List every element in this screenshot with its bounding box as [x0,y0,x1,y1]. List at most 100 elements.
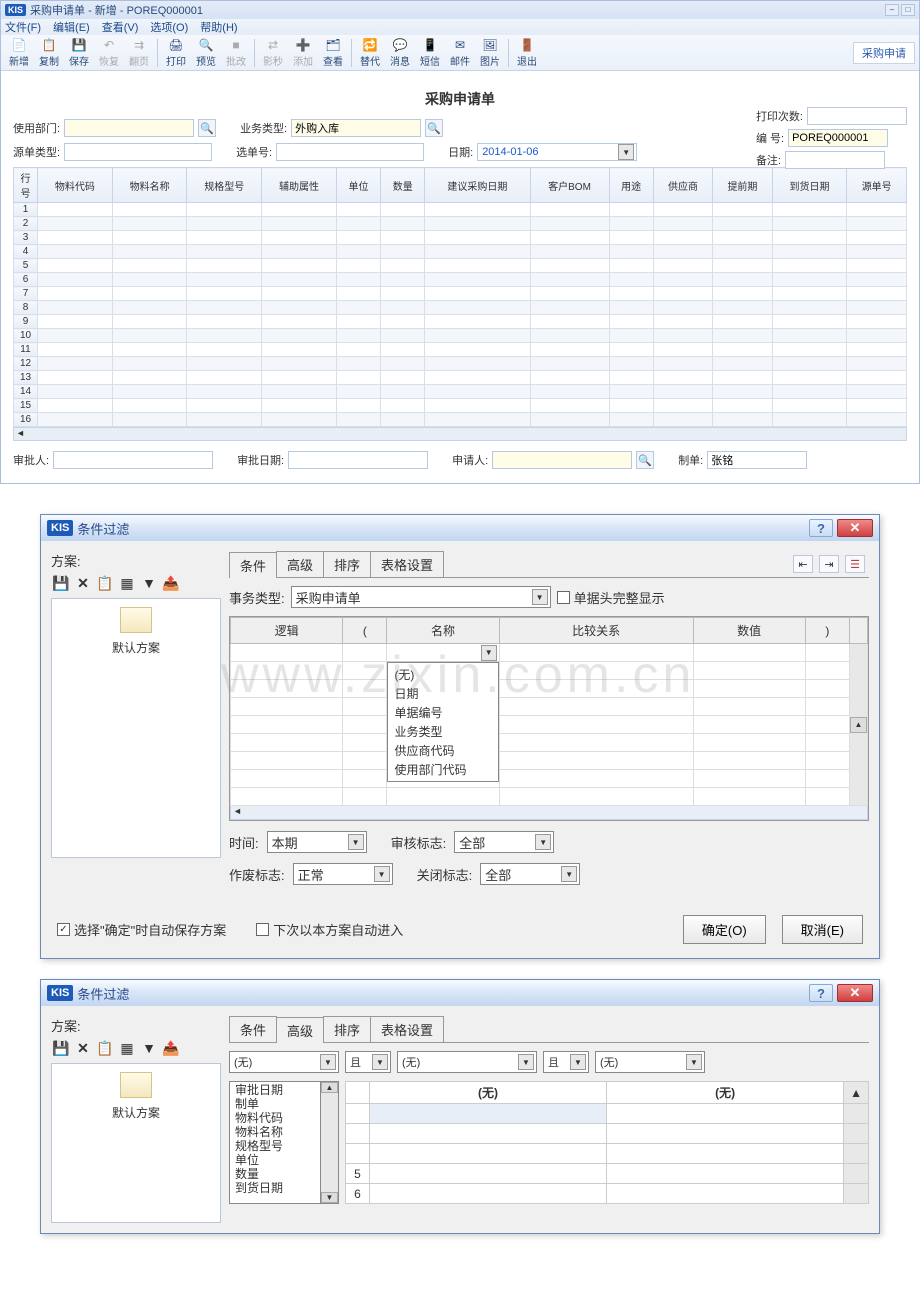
grid-cell[interactable] [530,399,609,413]
grid-cell[interactable] [713,315,772,329]
menu-view[interactable]: 查看(V) [102,19,139,35]
header-full-check[interactable]: 单据头完整显示 [557,588,665,607]
grid-cell[interactable] [112,343,187,357]
grid-cell[interactable] [336,315,380,329]
grid-header[interactable]: 规格型号 [187,168,262,203]
menu-file[interactable]: 文件(F) [5,19,41,35]
grid-cell[interactable] [772,399,847,413]
grid-cell[interactable] [713,273,772,287]
grid-cell[interactable] [609,371,653,385]
grid-cell[interactable] [381,315,425,329]
grid-cell[interactable] [425,343,530,357]
grid-cell[interactable] [262,273,337,287]
grid-cell[interactable] [713,329,772,343]
grid-cell[interactable] [262,371,337,385]
grid-cell[interactable] [336,245,380,259]
grid-cell[interactable] [713,287,772,301]
grid-cell[interactable] [653,273,712,287]
close-button[interactable]: ✕ [837,519,873,537]
grid-cell[interactable] [847,385,907,399]
grid-cell[interactable] [38,385,113,399]
grid-cell[interactable] [609,385,653,399]
grid-cell[interactable] [38,371,113,385]
grid-cell[interactable] [187,399,262,413]
grid-cell[interactable] [425,231,530,245]
void-select[interactable]: 正常▼ [293,863,393,885]
grid-header[interactable]: 到货日期 [772,168,847,203]
grid-cell[interactable] [425,217,530,231]
grid-cell[interactable] [425,287,530,301]
grid-cell[interactable] [336,357,380,371]
grid-cell[interactable] [713,203,772,217]
grid-cell[interactable] [187,231,262,245]
grid-cell[interactable] [847,329,907,343]
sort-option[interactable]: 数量 [231,1167,319,1181]
list-icon[interactable]: ☰ [845,555,865,573]
dept-lookup-icon[interactable]: 🔍 [198,119,216,137]
sort-option[interactable]: 单位 [231,1153,319,1167]
grid-cell[interactable] [713,371,772,385]
toolbar-邮件[interactable]: ✉邮件 [446,37,474,68]
grid-header[interactable]: 行号 [14,168,38,203]
scheme-name[interactable]: 默认方案 [60,639,212,656]
grid-cell[interactable] [38,399,113,413]
grid-cell[interactable] [381,259,425,273]
sort-grid[interactable]: (无) (无) ▲ 5 6 [345,1081,869,1204]
grid-cell[interactable] [713,357,772,371]
sort-field-dropdown[interactable]: 审批日期制单物料代码物料名称规格型号单位数量到货日期 [229,1081,321,1204]
toolbar-保存[interactable]: 💾保存 [65,37,93,68]
applicant-input[interactable] [492,451,632,469]
grid-cell[interactable] [112,259,187,273]
grid-cell[interactable] [425,315,530,329]
auto-save-check[interactable]: ✓ 选择"确定"时自动保存方案 [57,920,226,939]
chevron-down-icon[interactable]: ▼ [320,1054,336,1070]
grid-cell[interactable] [112,413,187,427]
grid-cell[interactable] [187,259,262,273]
grid-cell[interactable] [381,273,425,287]
grid-cell[interactable] [112,231,187,245]
approver-input[interactable] [53,451,213,469]
grid-cell[interactable] [609,301,653,315]
grid-cell[interactable] [425,245,530,259]
grid-cell[interactable] [38,357,113,371]
tab-condition[interactable]: 条件 [229,1016,277,1042]
grid-cell[interactable] [609,413,653,427]
grid-cell[interactable] [772,413,847,427]
grid-cell[interactable] [336,343,380,357]
grid-cell[interactable] [653,245,712,259]
grid-cell[interactable] [609,273,653,287]
audit-select[interactable]: 全部▼ [454,831,554,853]
grid-cell[interactable] [262,287,337,301]
grid-cell[interactable] [530,217,609,231]
help-button[interactable]: ? [809,519,833,537]
grid-cell[interactable] [653,343,712,357]
grid-cell[interactable] [262,245,337,259]
grid-cell[interactable] [38,343,113,357]
tab-condition[interactable]: 条件 [229,552,277,578]
grid-header[interactable]: 物料代码 [38,168,113,203]
grid-cell[interactable] [38,301,113,315]
sort-field-1[interactable]: (无)▼ [229,1051,339,1073]
grid-cell[interactable] [772,259,847,273]
vscroll-up-icon[interactable]: ▲ [844,1082,869,1104]
grid-cell[interactable] [425,385,530,399]
sort-op-2[interactable]: 且▼ [543,1051,589,1073]
menu-options[interactable]: 选项(O) [150,19,188,35]
grid-cell[interactable] [713,301,772,315]
tab-advanced[interactable]: 高级 [276,1017,324,1043]
save-scheme-icon[interactable]: 💾 [51,574,71,592]
grid-cell[interactable] [425,413,530,427]
grid-cell[interactable] [847,301,907,315]
scroll-down-icon[interactable]: ▼ [321,1192,338,1203]
grid-cell[interactable] [336,259,380,273]
grid-cell[interactable] [38,245,113,259]
grid-cell[interactable] [609,399,653,413]
grid-cell[interactable] [425,259,530,273]
name-option[interactable]: 使用部门代码 [390,760,495,779]
grid-cell[interactable] [112,315,187,329]
grid-cell[interactable] [530,287,609,301]
grid-cell[interactable] [262,259,337,273]
grid-cell[interactable] [772,203,847,217]
grid-cell[interactable] [112,357,187,371]
grid-cell[interactable] [772,329,847,343]
